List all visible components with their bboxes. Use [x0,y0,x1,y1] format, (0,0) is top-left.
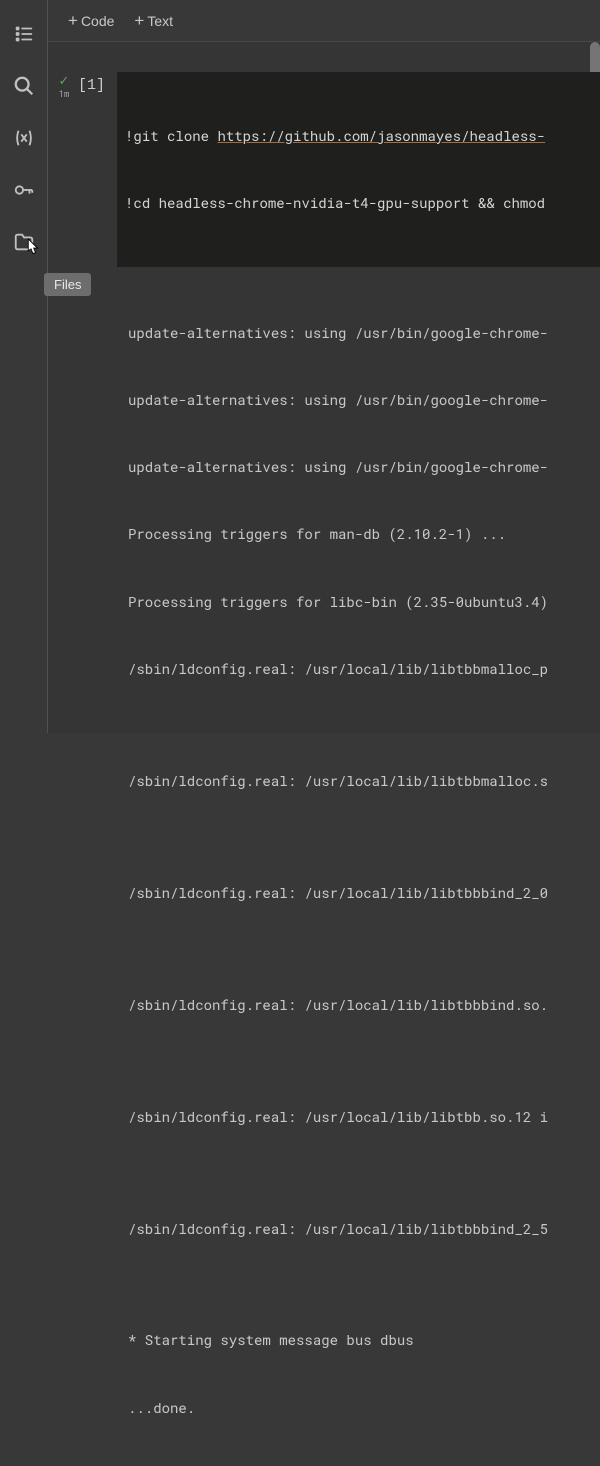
plus-icon: + [68,11,78,31]
npm-notice: notice [162,1465,212,1466]
files-icon[interactable] [10,228,38,256]
add-code-label: Code [81,13,114,29]
table-of-contents-icon[interactable] [10,20,38,48]
output-line: /sbin/ldconfig.real: /usr/local/lib/libt… [128,994,600,1016]
secrets-key-icon[interactable] [10,176,38,204]
run-indicator[interactable]: ✓ 1m [54,72,74,100]
left-sidebar [0,0,48,733]
add-code-button[interactable]: + Code [68,11,114,31]
output-line: Processing triggers for libc-bin (2.35-0… [128,591,600,613]
output-line: update-alternatives: using /usr/bin/goog… [128,456,600,478]
plus-icon: + [134,11,144,31]
output-line: /sbin/ldconfig.real: /usr/local/lib/libt… [128,658,600,680]
output-line: update-alternatives: using /usr/bin/goog… [128,389,600,411]
code-cell[interactable]: ✓ 1m [1] !git clone https://github.com/j… [48,72,600,267]
run-time: 1m [59,89,70,100]
code-editor[interactable]: !git clone https://github.com/jasonmayes… [117,72,600,267]
cell-output: update-alternatives: using /usr/bin/goog… [48,267,600,1466]
output-line: update-alternatives: using /usr/bin/goog… [128,322,600,344]
notebook-content: ✓ 1m [1] !git clone https://github.com/j… [48,42,600,1466]
cell-toolbar: + Code + Text [48,0,600,42]
output-line: * Starting system message bus dbus [128,1329,600,1351]
add-text-label: Text [147,13,173,29]
output-line: /sbin/ldconfig.real: /usr/local/lib/libt… [128,1106,600,1128]
add-text-button[interactable]: + Text [134,11,173,31]
variables-icon[interactable] [10,124,38,152]
output-line: /sbin/ldconfig.real: /usr/local/lib/libt… [128,882,600,904]
output-line: ...done. [128,1397,600,1419]
output-line: Processing triggers for man-db (2.10.2-1… [128,523,600,545]
search-icon[interactable] [10,72,38,100]
repo-url[interactable]: https://github.com/jasonmayes/headless- [217,126,545,145]
output-line: npm notice created a lockfile as package… [128,1464,600,1466]
checkmark-icon: ✓ [59,74,70,87]
output-line: /sbin/ldconfig.real: /usr/local/lib/libt… [128,770,600,792]
cell-number: [1] [74,72,117,94]
files-tooltip: Files [44,273,91,296]
output-line: /sbin/ldconfig.real: /usr/local/lib/libt… [128,1218,600,1240]
main-area: + Code + Text ✓ 1m [1] !git clone https:… [48,0,600,733]
